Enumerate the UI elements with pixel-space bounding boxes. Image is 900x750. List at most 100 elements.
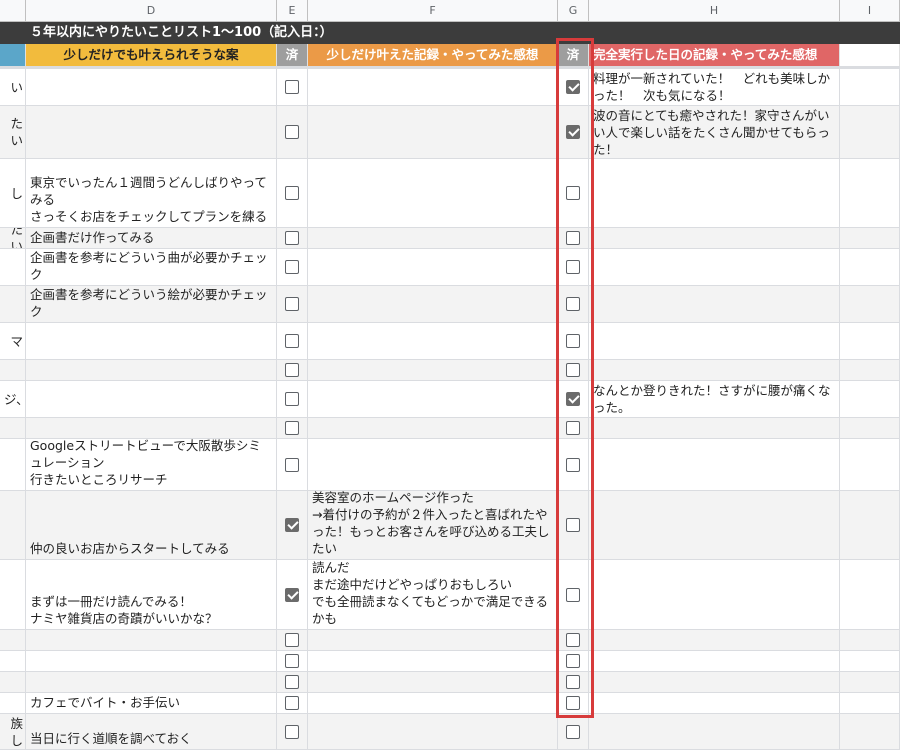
checkbox[interactable] <box>285 633 299 647</box>
cell-e[interactable] <box>277 714 308 750</box>
cell-h[interactable] <box>589 249 840 286</box>
header-done-partial[interactable]: 済 <box>277 44 308 66</box>
cell-g[interactable] <box>558 69 589 106</box>
cell-i[interactable] <box>840 286 900 323</box>
cell-c[interactable] <box>0 418 26 439</box>
cell-i[interactable] <box>840 323 900 360</box>
cell-c[interactable]: たい <box>0 228 26 249</box>
checkbox[interactable] <box>566 186 580 200</box>
cell-f[interactable] <box>308 360 558 381</box>
cell-i[interactable] <box>840 69 900 106</box>
cell-e[interactable] <box>277 672 308 693</box>
cell-e[interactable] <box>277 249 308 286</box>
cell-g[interactable] <box>558 323 589 360</box>
cell-i[interactable] <box>840 672 900 693</box>
cell-g[interactable] <box>558 560 589 630</box>
cell-c[interactable] <box>0 630 26 651</box>
checkbox[interactable] <box>566 654 580 668</box>
cell-e[interactable] <box>277 159 308 228</box>
cell-e[interactable] <box>277 381 308 418</box>
cell-i[interactable] <box>840 418 900 439</box>
cell-h[interactable] <box>589 693 840 714</box>
cell-h[interactable] <box>589 630 840 651</box>
cell-g[interactable] <box>558 106 589 159</box>
cell-h[interactable] <box>589 286 840 323</box>
checkbox[interactable] <box>285 231 299 245</box>
checkbox[interactable] <box>285 392 299 406</box>
cell-c[interactable]: い <box>0 69 26 106</box>
cell-c[interactable] <box>0 560 26 630</box>
cell-d[interactable] <box>26 672 277 693</box>
cell-i[interactable] <box>840 651 900 672</box>
cell-e[interactable] <box>277 360 308 381</box>
checkbox[interactable] <box>566 363 580 377</box>
sheet-title[interactable]: ５年以内にやりたいことリスト1〜100（記入日：） <box>30 22 333 44</box>
cell-f[interactable] <box>308 651 558 672</box>
checkbox[interactable] <box>566 458 580 472</box>
cell-i[interactable] <box>840 630 900 651</box>
cell-h[interactable]: 料理が一新されていた！ どれも美味しかった！ 次も気になる！ <box>589 69 840 106</box>
checkbox[interactable] <box>566 633 580 647</box>
cell-f[interactable] <box>308 439 558 491</box>
cell-g[interactable] <box>558 418 589 439</box>
cell-g[interactable] <box>558 630 589 651</box>
cell-c[interactable] <box>0 672 26 693</box>
cell-f[interactable] <box>308 630 558 651</box>
cell-h[interactable]: 波の音にとても癒やされた！家守さんがいい人で楽しい話をたくさん聞かせてもらった！ <box>589 106 840 159</box>
cell-e[interactable] <box>277 439 308 491</box>
checkbox[interactable] <box>285 80 299 94</box>
checkbox[interactable] <box>566 518 580 532</box>
cell-d[interactable] <box>26 360 277 381</box>
cell-f[interactable]: 読んだ まだ途中だけどやっぱりおもしろい でも全冊読まなくてもどっかで満足できる… <box>308 560 558 630</box>
cell-i[interactable] <box>840 106 900 159</box>
cell-i[interactable] <box>840 693 900 714</box>
cell-h[interactable] <box>589 159 840 228</box>
cell-d[interactable] <box>26 323 277 360</box>
cell-g[interactable] <box>558 360 589 381</box>
cell-f[interactable] <box>308 693 558 714</box>
cell-g[interactable] <box>558 439 589 491</box>
header-c[interactable] <box>0 44 26 66</box>
cell-c[interactable]: マ <box>0 323 26 360</box>
cell-i[interactable] <box>840 491 900 560</box>
cell-d[interactable]: カフェでバイト・お手伝い <box>26 693 277 714</box>
cell-e[interactable] <box>277 69 308 106</box>
cell-h[interactable] <box>589 418 840 439</box>
cell-g[interactable] <box>558 651 589 672</box>
cell-i[interactable] <box>840 228 900 249</box>
cell-d[interactable] <box>26 630 277 651</box>
cell-i[interactable] <box>840 560 900 630</box>
header-ideas[interactable]: 少しだけでも叶えられそうな案 <box>26 44 277 66</box>
col-header-g[interactable]: G <box>558 0 589 22</box>
checkbox[interactable] <box>285 186 299 200</box>
col-header-f[interactable]: F <box>308 0 558 22</box>
cell-f[interactable] <box>308 286 558 323</box>
checkbox-checked[interactable] <box>285 588 299 602</box>
cell-h[interactable] <box>589 651 840 672</box>
cell-i[interactable] <box>840 714 900 750</box>
cell-e[interactable] <box>277 418 308 439</box>
col-header-h[interactable]: H <box>589 0 840 22</box>
checkbox[interactable] <box>566 675 580 689</box>
cell-h[interactable] <box>589 360 840 381</box>
cell-d[interactable] <box>26 651 277 672</box>
checkbox[interactable] <box>285 260 299 274</box>
cell-f[interactable] <box>308 106 558 159</box>
cell-g[interactable] <box>558 672 589 693</box>
cell-h[interactable] <box>589 491 840 560</box>
cell-h[interactable] <box>589 439 840 491</box>
cell-e[interactable] <box>277 323 308 360</box>
cell-c[interactable] <box>0 249 26 286</box>
cell-f[interactable] <box>308 69 558 106</box>
cell-e[interactable] <box>277 560 308 630</box>
checkbox[interactable] <box>285 675 299 689</box>
checkbox[interactable] <box>566 696 580 710</box>
cell-d[interactable]: 企画書を参考にどういう曲が必要かチェック <box>26 249 277 286</box>
cell-e[interactable] <box>277 106 308 159</box>
cell-g[interactable] <box>558 714 589 750</box>
checkbox-checked[interactable] <box>566 80 580 94</box>
cell-f[interactable] <box>308 249 558 286</box>
cell-i[interactable] <box>840 159 900 228</box>
header-partial-record[interactable]: 少しだけ叶えた記録・やってみた感想 <box>308 44 558 66</box>
header-done-complete[interactable]: 済 <box>558 44 589 66</box>
